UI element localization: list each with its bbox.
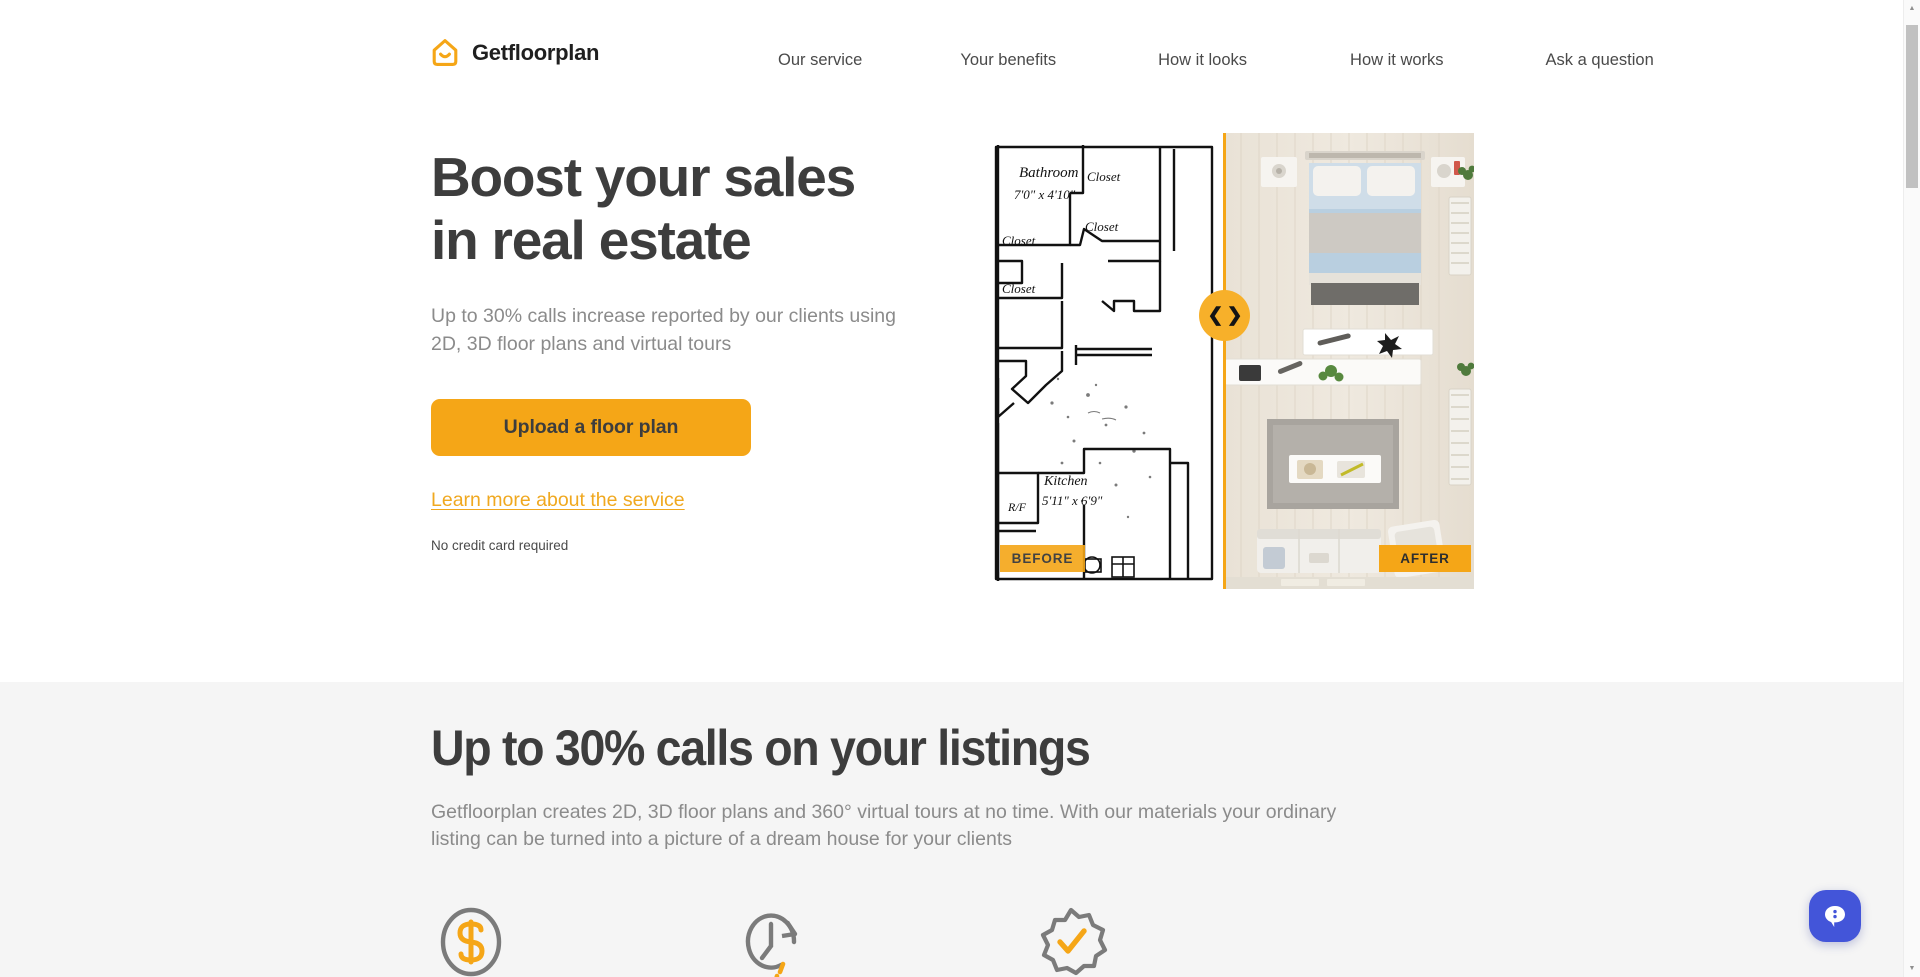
nav-item-how-it-looks[interactable]: How it looks — [1158, 52, 1247, 69]
after-image-panel — [1225, 133, 1474, 589]
hero-copy: Boost your sales in real estate Up to 30… — [431, 146, 971, 553]
brand-logo[interactable]: Getfloorplan — [431, 38, 599, 67]
chat-widget-button[interactable] — [1809, 890, 1861, 942]
clock-arrow-icon — [745, 913, 798, 977]
before-image-panel: Bathroom 7'0" x 4'10" Closet Closet Clos… — [984, 133, 1224, 589]
comparison-divider — [1223, 133, 1226, 589]
calls-section-title: Up to 30% calls on your listings — [431, 720, 1091, 776]
feature-icon-row — [431, 902, 1471, 977]
comparison-slider-handle[interactable]: ❮ ❯ — [1199, 290, 1250, 341]
calls-section: Up to 30% calls on your listings Getfloo… — [0, 682, 1903, 977]
nav-item-how-it-works[interactable]: How it works — [1350, 52, 1444, 69]
badge-check-icon — [1040, 907, 1108, 976]
learn-more-link[interactable]: Learn more about the service — [431, 489, 685, 512]
brand-name: Getfloorplan — [472, 39, 600, 65]
hand-drawn-floorplan: Bathroom 7'0" x 4'10" Closet Closet Clos… — [984, 133, 1224, 589]
upload-floor-plan-button[interactable]: Upload a floor plan — [431, 398, 751, 456]
calls-section-body: Getfloorplan creates 2D, 3D floor plans … — [431, 800, 1337, 851]
svg-text:Closet: Closet — [1087, 169, 1121, 184]
hero-title-line-2: in real estate — [431, 208, 752, 271]
chat-bubble-icon — [1825, 906, 1845, 927]
nav-item-ask-a-question[interactable]: Ask a question — [1546, 52, 1654, 69]
calls-section-copy: Up to 30% calls on your listings Getfloo… — [431, 682, 1431, 854]
svg-text:Closet: Closet — [1002, 281, 1036, 296]
svg-text:Kitchen: Kitchen — [1043, 474, 1088, 489]
scrollbar-thumb[interactable] — [1906, 25, 1918, 188]
nav-item-your-benefits[interactable]: Your benefits — [960, 52, 1056, 69]
nav-item-our-service[interactable]: Our service — [778, 52, 862, 69]
before-after-comparison[interactable]: Bathroom 7'0" x 4'10" Closet Closet Clos… — [984, 133, 1474, 589]
hero-title: Boost your sales in real estate — [431, 146, 971, 271]
svg-text:R/F: R/F — [1007, 500, 1027, 514]
page-viewport: Getfloorplan Our service Your benefits H… — [0, 0, 1903, 977]
svg-text:Closet: Closet — [1085, 219, 1119, 234]
plan-label-bathroom: Bathroom — [1019, 165, 1079, 181]
svg-text:Closet: Closet — [1002, 233, 1036, 248]
3d-rendered-floorplan — [1225, 133, 1474, 589]
svg-text:5'11" x 6'9": 5'11" x 6'9" — [1042, 493, 1103, 508]
hero-subtitle: Up to 30% calls increase reported by our… — [431, 305, 896, 356]
header-inner: Getfloorplan Our service Your benefits H… — [0, 0, 1903, 100]
after-badge: AFTER — [1379, 545, 1471, 572]
no-credit-card-note: No credit card required — [431, 537, 569, 553]
hero-section: Boost your sales in real estate Up to 30… — [0, 100, 1903, 682]
before-after-frame: Bathroom 7'0" x 4'10" Closet Closet Clos… — [984, 133, 1474, 589]
svg-text:7'0" x 4'10": 7'0" x 4'10" — [1014, 187, 1076, 202]
site-header: Getfloorplan Our service Your benefits H… — [0, 0, 1903, 100]
browser-page: Getfloorplan Our service Your benefits H… — [0, 0, 1920, 977]
house-smile-icon — [432, 39, 458, 66]
before-badge: BEFORE — [1000, 545, 1085, 572]
hero-title-line-1: Boost your sales — [431, 146, 856, 208]
dollar-circle-icon — [440, 907, 502, 977]
scroll-down-arrow[interactable]: ▼ — [1904, 960, 1920, 977]
scroll-up-arrow[interactable]: ▲ — [1904, 0, 1920, 17]
left-right-chevrons-icon: ❮ ❯ — [1207, 305, 1242, 326]
main-navigation: Our service Your benefits How it looks H… — [778, 52, 1654, 69]
page-scrollbar[interactable]: ▲ ▼ — [1903, 0, 1920, 977]
